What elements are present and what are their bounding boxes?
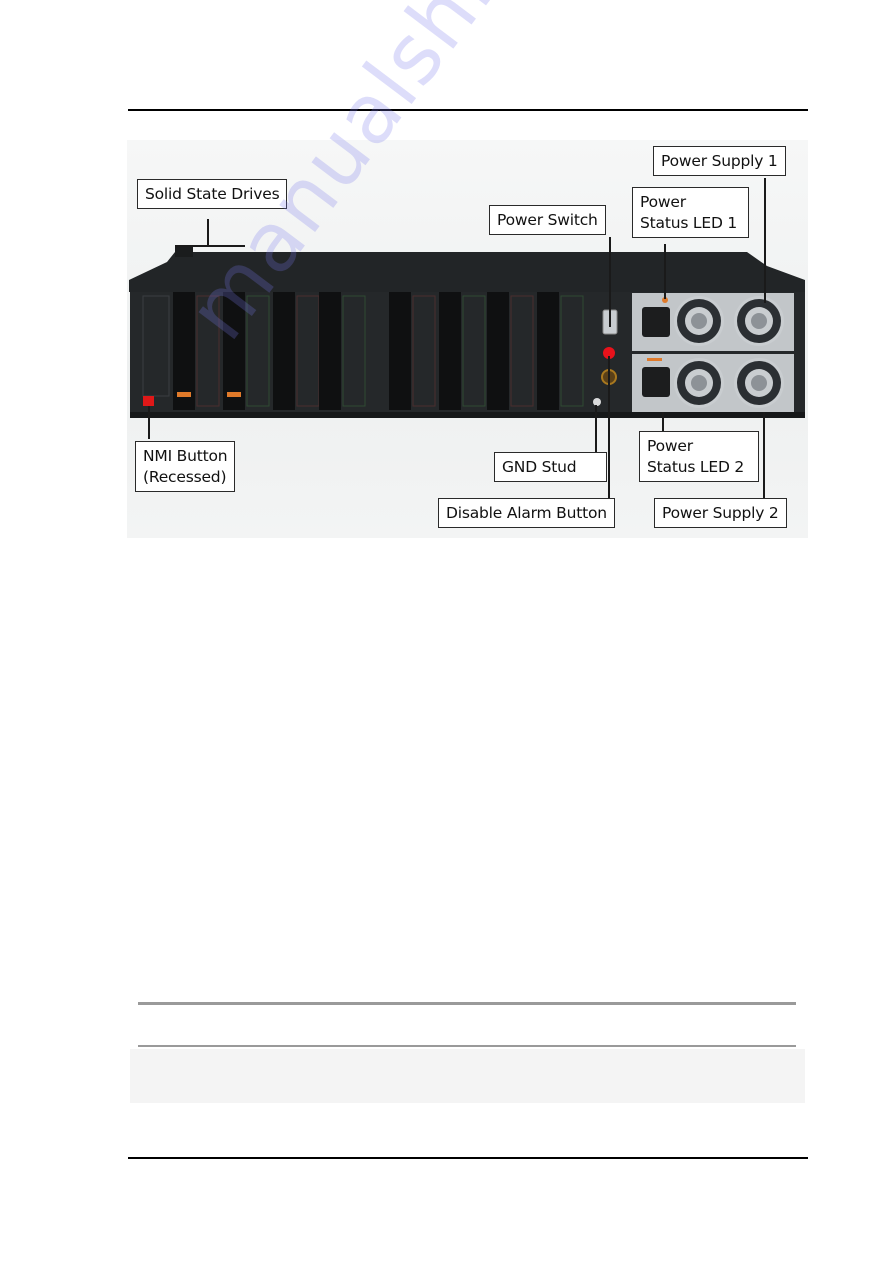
rear-panel-figure: Solid State Drives Power Switch Power St… — [127, 140, 808, 538]
leader-gnd — [595, 405, 597, 453]
psu-fan — [751, 375, 767, 391]
shaded-note-area — [130, 1049, 805, 1103]
callout-power-status-led-2: Power Status LED 2 — [639, 431, 759, 482]
leader-alarm — [608, 356, 610, 500]
leader-psu1 — [764, 178, 766, 303]
callout-power-supply-2: Power Supply 2 — [654, 498, 787, 528]
nmi-button-mark — [143, 396, 154, 406]
psu-fan — [691, 313, 707, 329]
callout-solid-state-drives: Solid State Drives — [137, 179, 288, 209]
ssd-bay — [487, 292, 509, 410]
leader-ssd — [207, 219, 209, 246]
callout-power-supply-1: Power Supply 1 — [653, 146, 786, 176]
ssd-bay — [389, 292, 411, 410]
callout-power-switch: Power Switch — [489, 205, 606, 235]
leader-psled2 — [662, 412, 664, 432]
leader-nmi — [148, 406, 150, 439]
leader-psu2 — [763, 412, 765, 498]
note-bottom-rule — [138, 1045, 796, 1047]
drive-latch — [177, 392, 191, 397]
footer-rule — [128, 1157, 808, 1159]
ssd-bay — [537, 292, 559, 410]
header-rule — [128, 109, 808, 111]
psu-fan — [751, 313, 767, 329]
leader-ssd-bar — [175, 245, 245, 247]
leader-psled1 — [664, 244, 666, 299]
ssd-bay — [273, 292, 295, 410]
drive-latch — [227, 392, 241, 397]
chassis-lid — [129, 252, 805, 292]
callout-disable-alarm-button: Disable Alarm Button — [438, 498, 615, 528]
callout-nmi-button: NMI Button (Recessed) — [135, 441, 236, 492]
power-status-led-2-mark — [647, 358, 662, 361]
callout-gnd-stud: GND Stud — [494, 452, 607, 482]
psu-fan — [691, 375, 707, 391]
leader-power-switch — [609, 237, 611, 327]
ssd-bay — [439, 292, 461, 410]
ssd-bay — [319, 292, 341, 410]
callout-power-status-led-1: Power Status LED 1 — [632, 187, 749, 238]
note-top-rule — [138, 1002, 796, 1005]
